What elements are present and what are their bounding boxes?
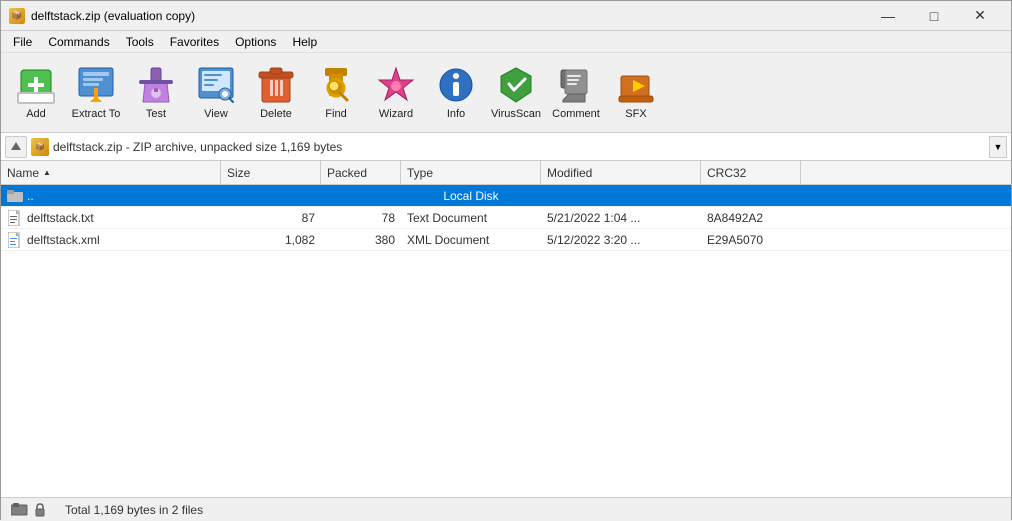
status-bar: Total 1,169 bytes in 2 files bbox=[1, 497, 1011, 521]
app-icon: 📦 bbox=[9, 8, 25, 24]
file-name: .. bbox=[1, 188, 221, 204]
file-packed: 78 bbox=[321, 211, 401, 225]
toolbar-test[interactable]: Test bbox=[127, 58, 185, 128]
virusscan-label: VirusScan bbox=[491, 108, 541, 120]
toolbar-add[interactable]: Add bbox=[7, 58, 65, 128]
maximize-button[interactable]: □ bbox=[911, 1, 957, 31]
wizard-label: Wizard bbox=[379, 108, 413, 120]
file-crc32: 8A8492A2 bbox=[701, 211, 801, 225]
address-text: delftstack.zip - ZIP archive, unpacked s… bbox=[53, 140, 985, 154]
extract-icon bbox=[76, 65, 116, 105]
file-type: Text Document bbox=[401, 211, 541, 225]
file-size: 1,082 bbox=[221, 233, 321, 247]
txt-file-icon bbox=[7, 210, 23, 226]
toolbar-wizard[interactable]: Wizard bbox=[367, 58, 425, 128]
table-row[interactable]: .. Local Disk bbox=[1, 185, 1011, 207]
view-label: View bbox=[204, 108, 228, 120]
find-label: Find bbox=[325, 108, 346, 120]
close-button[interactable]: ✕ bbox=[957, 1, 1003, 31]
header-size[interactable]: Size bbox=[221, 161, 321, 184]
title-bar: 📦 delftstack.zip (evaluation copy) — □ ✕ bbox=[1, 1, 1011, 31]
file-modified: 5/21/2022 1:04 ... bbox=[541, 211, 701, 225]
file-packed: 380 bbox=[321, 233, 401, 247]
test-icon bbox=[136, 65, 176, 105]
header-name[interactable]: Name ▲ bbox=[1, 161, 221, 184]
delete-label: Delete bbox=[260, 108, 292, 120]
add-icon bbox=[16, 65, 56, 105]
toolbar-view[interactable]: View bbox=[187, 58, 245, 128]
toolbar-sfx[interactable]: SFX bbox=[607, 58, 665, 128]
toolbar-virusscan[interactable]: VirusScan bbox=[487, 58, 545, 128]
menu-tools[interactable]: Tools bbox=[118, 33, 162, 51]
address-bar: 📦 delftstack.zip - ZIP archive, unpacked… bbox=[1, 133, 1011, 161]
sfx-label: SFX bbox=[625, 108, 646, 120]
info-label: Info bbox=[447, 108, 465, 120]
header-crc32[interactable]: CRC32 bbox=[701, 161, 801, 184]
add-label: Add bbox=[26, 108, 46, 120]
file-list: Name ▲ Size Packed Type Modified CRC32 bbox=[1, 161, 1011, 497]
menu-bar: File Commands Tools Favorites Options He… bbox=[1, 31, 1011, 53]
file-name: delftstack.txt bbox=[1, 210, 221, 226]
file-type: XML Document bbox=[401, 233, 541, 247]
folder-up-icon bbox=[7, 188, 23, 204]
menu-commands[interactable]: Commands bbox=[40, 33, 117, 51]
find-icon bbox=[316, 65, 356, 105]
file-name: delftstack.xml bbox=[1, 232, 221, 248]
header-packed[interactable]: Packed bbox=[321, 161, 401, 184]
wizard-icon bbox=[376, 65, 416, 105]
toolbar-extract[interactable]: Extract To bbox=[67, 58, 125, 128]
delete-icon bbox=[256, 65, 296, 105]
comment-label: Comment bbox=[552, 108, 600, 120]
toolbar: Add Extract To Test bbox=[1, 53, 1011, 133]
address-dropdown[interactable]: ▼ bbox=[989, 136, 1007, 158]
toolbar-delete[interactable]: Delete bbox=[247, 58, 305, 128]
table-row[interactable]: delftstack.xml 1,082 380 XML Document 5/… bbox=[1, 229, 1011, 251]
zip-icon: 📦 bbox=[31, 138, 49, 156]
toolbar-find[interactable]: Find bbox=[307, 58, 365, 128]
status-text: Total 1,169 bytes in 2 files bbox=[65, 503, 203, 517]
content-area: Name ▲ Size Packed Type Modified CRC32 bbox=[1, 161, 1011, 497]
window-title: delftstack.zip (evaluation copy) bbox=[31, 9, 195, 23]
sort-icon: ▲ bbox=[43, 168, 51, 177]
menu-help[interactable]: Help bbox=[284, 33, 325, 51]
header-type[interactable]: Type bbox=[401, 161, 541, 184]
file-modified: 5/12/2022 3:20 ... bbox=[541, 233, 701, 247]
info-icon bbox=[436, 65, 476, 105]
nav-up-button[interactable] bbox=[5, 136, 27, 158]
menu-options[interactable]: Options bbox=[227, 33, 284, 51]
status-icons bbox=[11, 503, 47, 517]
toolbar-comment[interactable]: Comment bbox=[547, 58, 605, 128]
title-bar-controls: — □ ✕ bbox=[865, 1, 1003, 31]
zip-status-icon bbox=[11, 503, 29, 517]
file-type: Local Disk bbox=[401, 189, 541, 203]
title-bar-left: 📦 delftstack.zip (evaluation copy) bbox=[9, 8, 195, 24]
table-row[interactable]: delftstack.txt 87 78 Text Document 5/21/… bbox=[1, 207, 1011, 229]
minimize-button[interactable]: — bbox=[865, 1, 911, 31]
sfx-icon bbox=[616, 65, 656, 105]
xml-file-icon bbox=[7, 232, 23, 248]
header-modified[interactable]: Modified bbox=[541, 161, 701, 184]
lock-status-icon bbox=[33, 503, 47, 517]
file-size: 87 bbox=[221, 211, 321, 225]
file-crc32: E29A5070 bbox=[701, 233, 801, 247]
menu-favorites[interactable]: Favorites bbox=[162, 33, 227, 51]
extract-label: Extract To bbox=[72, 108, 121, 120]
menu-file[interactable]: File bbox=[5, 33, 40, 51]
toolbar-info[interactable]: Info bbox=[427, 58, 485, 128]
list-header: Name ▲ Size Packed Type Modified CRC32 bbox=[1, 161, 1011, 185]
virusscan-icon bbox=[496, 65, 536, 105]
view-icon bbox=[196, 65, 236, 105]
comment-icon bbox=[556, 65, 596, 105]
test-label: Test bbox=[146, 108, 166, 120]
